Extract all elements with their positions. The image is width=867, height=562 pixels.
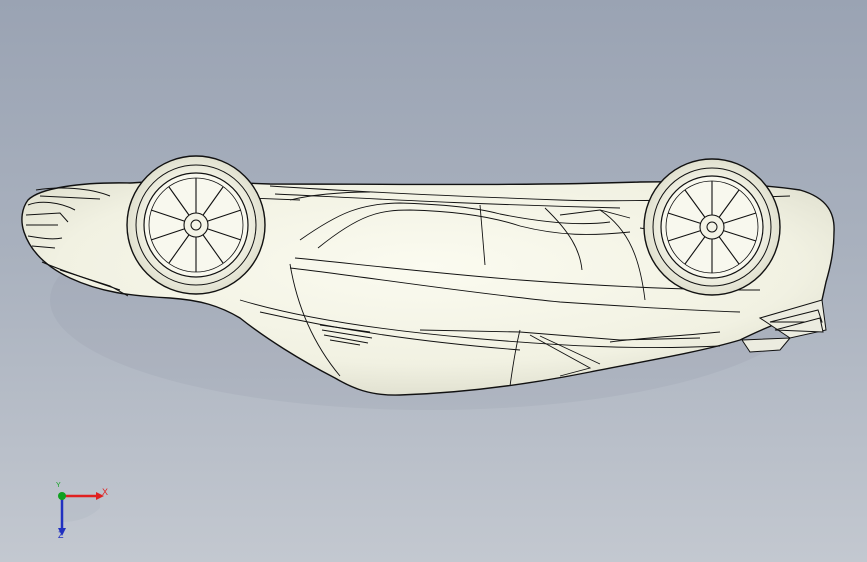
y-axis-label: Y [56,482,61,489]
rear-wheel[interactable] [643,158,781,296]
coordinate-triad: X Y Z [40,478,120,548]
front-wheel[interactable] [126,155,266,295]
x-axis-label: X [102,487,109,497]
z-axis-label: Z [58,530,64,540]
cad-graphics-viewport[interactable]: X Y Z [0,0,867,562]
car-3d-model[interactable] [0,0,867,562]
